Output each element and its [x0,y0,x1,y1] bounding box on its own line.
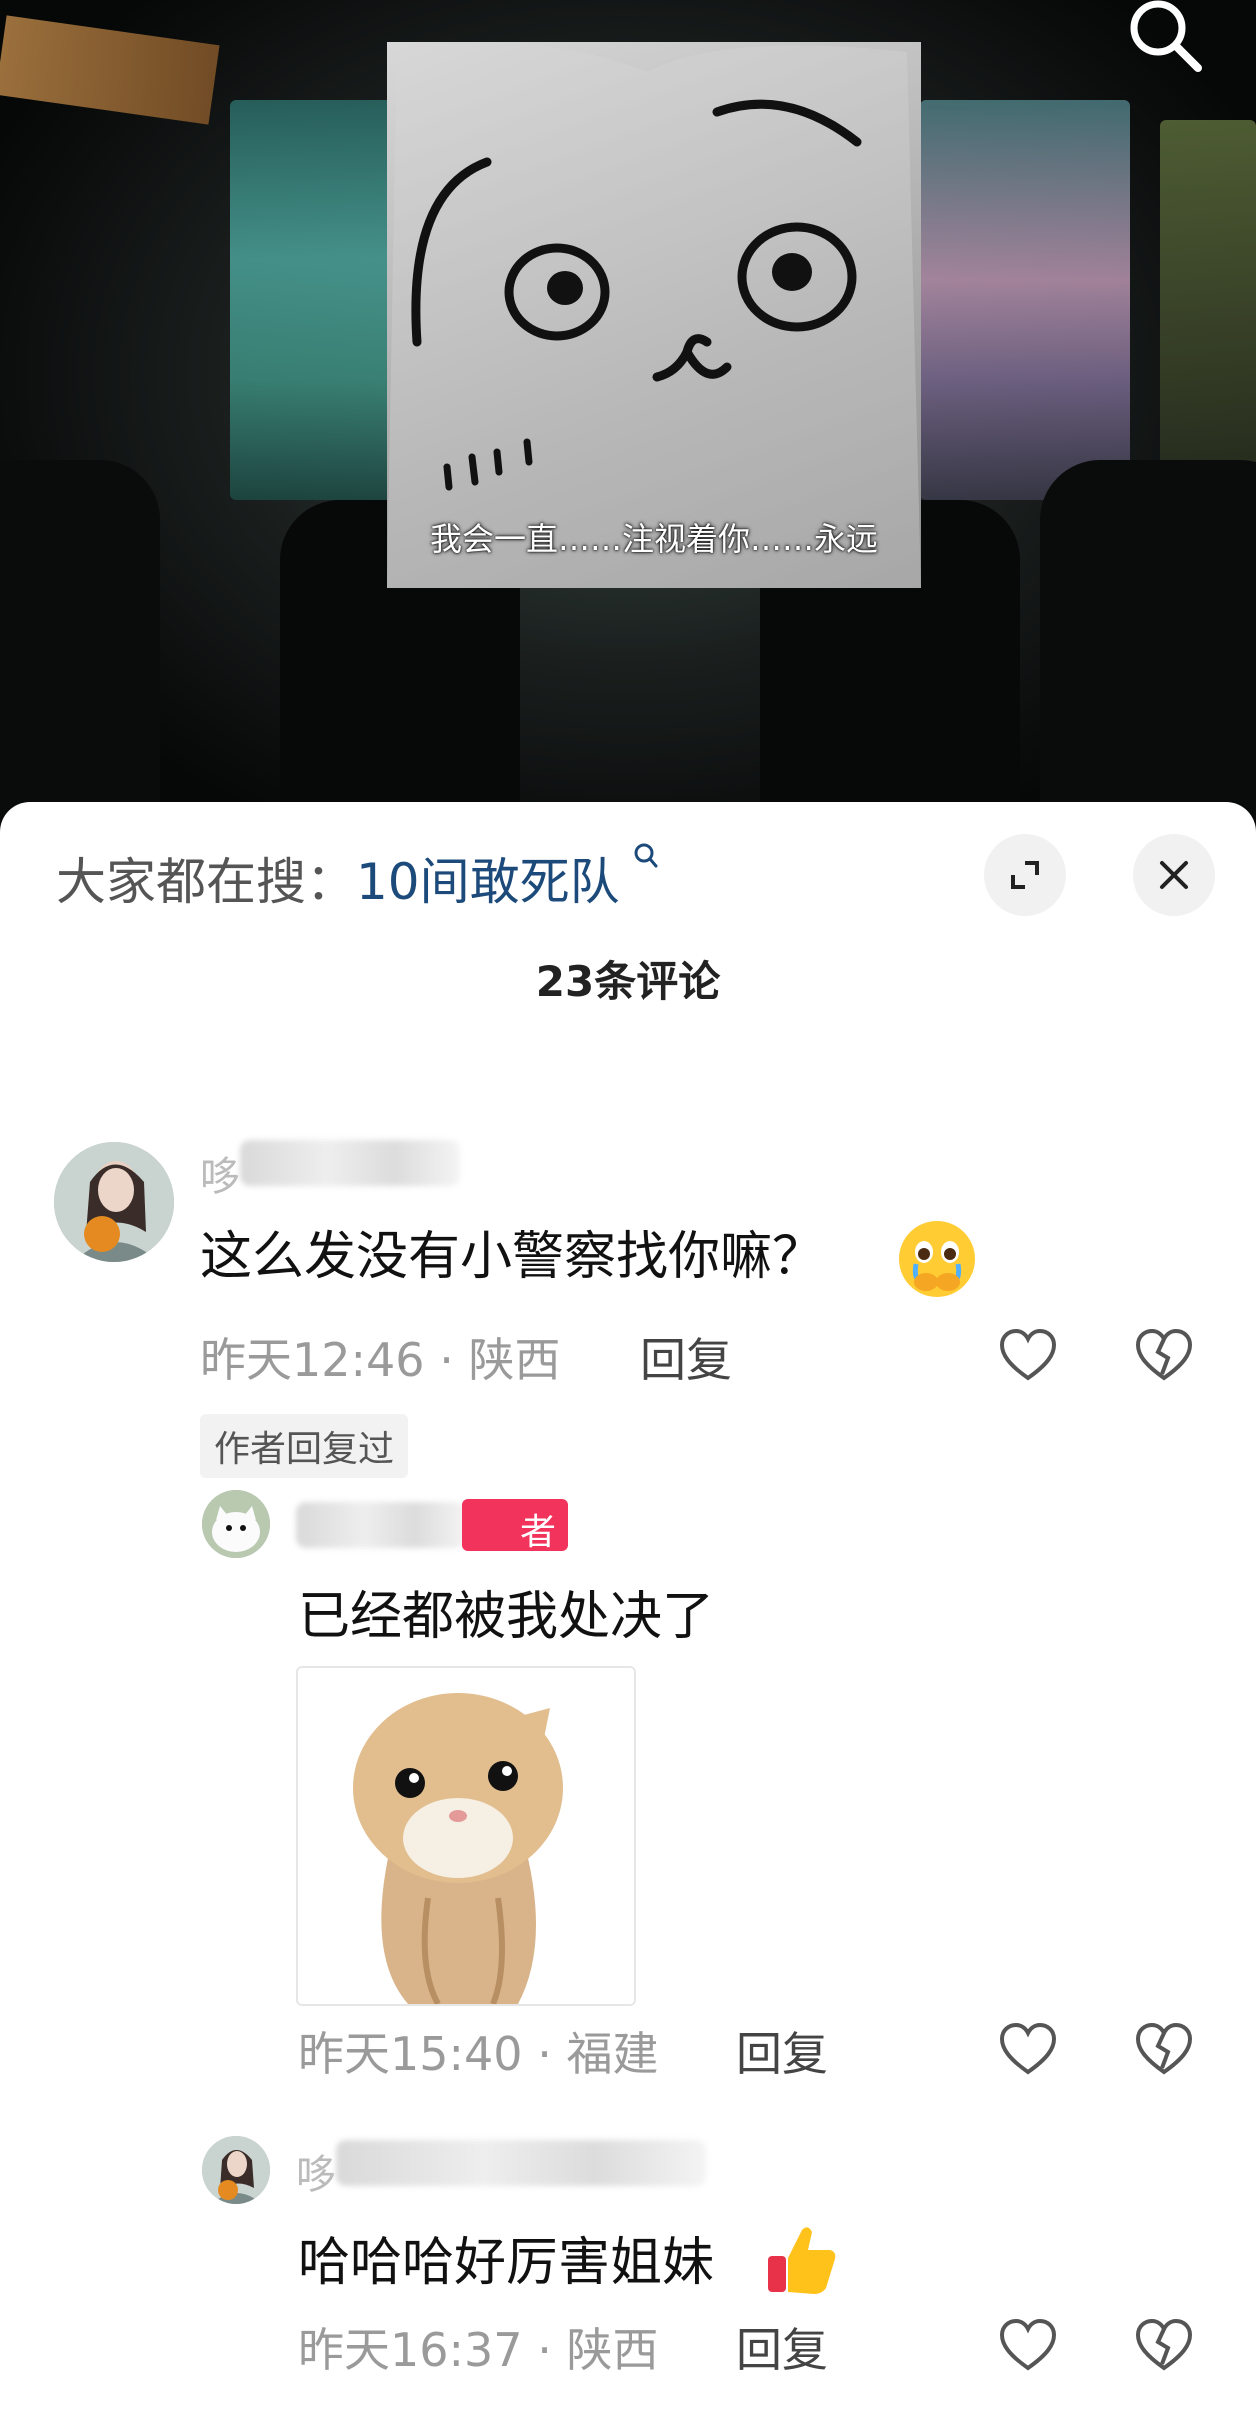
cinema-seat [1040,460,1256,830]
search-button[interactable] [1118,0,1214,80]
video-player[interactable]: 我会一直……注视着你……永远 [0,0,1256,830]
comment-location: 福建 [566,2027,659,2081]
comment-time: 昨天15:40 [298,2027,523,2081]
comment-text: 已经都被我处决了 [298,1587,715,1647]
broken-heart-icon[interactable] [1134,2020,1194,2080]
meta-separator: · [439,1333,454,1387]
cinema-seat [0,460,160,830]
hot-search-prefix: 大家都在搜： [56,853,356,911]
comment-text: 这么发没有小警察找你嘛？ [200,1214,824,1289]
meta-separator: · [537,2027,552,2081]
broken-heart-icon[interactable] [1134,1326,1194,1386]
hot-search-term[interactable]: 10间敢死队 [356,853,620,911]
reply-button[interactable]: 回复 [640,1324,732,1390]
author-avatar[interactable] [202,1490,270,1558]
comment-time: 昨天12:46 [200,1333,425,1387]
comment-author-name[interactable]: 哆 [200,1144,240,1202]
comment-sheet: 大家都在搜：10间敢死队 23条评论 收起 哆 这么发没有小警察找你嘛？ [0,802,1256,2418]
search-small-icon [624,843,660,880]
hot-search-bar[interactable]: 大家都在搜：10间敢死队 [56,842,659,914]
author-badge: 者 [462,1499,568,1553]
expand-icon [1011,861,1039,889]
blurred-username [240,1140,460,1186]
close-icon [1160,861,1188,889]
cinema-screen-far [1160,120,1256,480]
comment-meta: 昨天15:40 · 福建 [298,2018,658,2084]
crying-emoji-icon [899,1221,975,1297]
comment-text: 哈哈哈好厉害姐妹 [298,2233,715,2293]
avatar[interactable] [202,2136,270,2204]
avatar[interactable] [54,1142,174,1262]
author-badge-label: 者 [519,1512,556,1553]
cinema-screen-left [230,100,410,500]
cinema-screen-right [920,100,1130,500]
ceiling-light [0,15,220,125]
reply-author-name[interactable]: 哆 [296,2142,336,2200]
thumbs-up-emoji-icon [768,2227,836,2294]
comment-meta: 昨天12:46 · 陕西 [200,1324,560,1390]
comment-text-content: 这么发没有小警察找你嘛？ [200,1227,825,1287]
comment-location: 陕西 [468,1333,561,1387]
comment-time: 昨天16:37 [298,2323,523,2377]
broken-heart-icon[interactable] [1134,2316,1194,2376]
heart-icon[interactable] [998,1326,1058,1386]
reply-button[interactable]: 回复 [736,2314,828,2380]
search-icon [1130,0,1202,72]
comment-count-title: 23条评论 [535,957,721,1006]
cat-sticker-image[interactable] [296,1666,636,2006]
comment-meta: 昨天16:37 · 陕西 [298,2314,658,2380]
author-replied-tag: 作者回复过 [200,1414,409,1478]
expand-button[interactable] [984,834,1066,916]
meme-caption: 我会一直……注视着你……永远 [429,520,878,558]
blurred-username [296,1502,466,1548]
comment-location: 陕西 [566,2323,659,2377]
close-button[interactable] [1133,834,1215,916]
blurred-username [336,2140,706,2186]
heart-icon[interactable] [998,2316,1058,2376]
meme-image: 我会一直……注视着你……永远 [387,42,921,588]
heart-icon[interactable] [998,2020,1058,2080]
reply-button[interactable]: 回复 [736,2018,828,2084]
meta-separator: · [537,2323,552,2377]
